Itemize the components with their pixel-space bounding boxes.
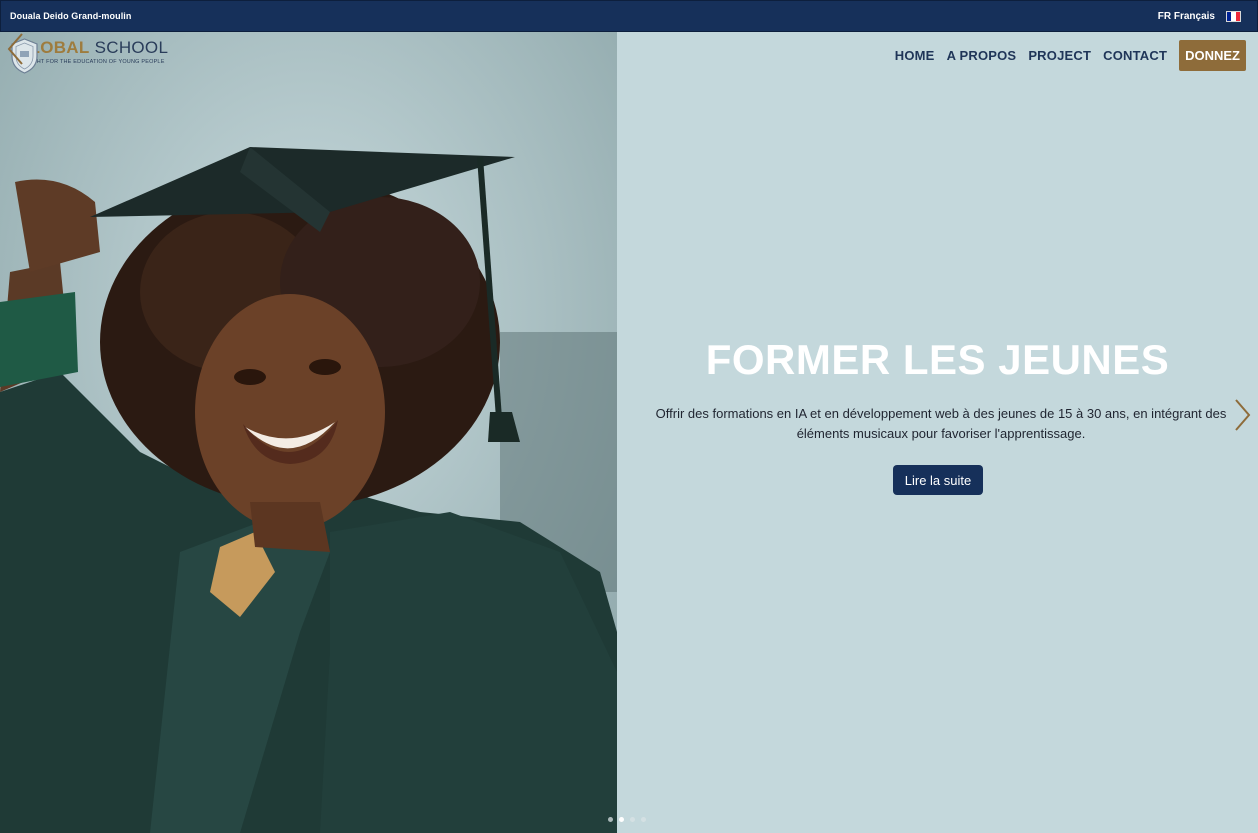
graduate-woman-photo: GLOBAL SCHOOL WE FIGHT FOR THE EDUCATION… <box>0 32 617 833</box>
slider-pagination <box>608 817 652 822</box>
slider-dot-1[interactable] <box>608 817 613 822</box>
language-selector[interactable]: FR Français <box>1158 11 1215 22</box>
brand-name-school: SCHOOL <box>94 38 169 57</box>
slide-description-line-2: éléments musicaux pour favoriser l'appre… <box>796 426 1086 441</box>
graduate-illustration <box>0 32 617 833</box>
slide-title: FORMER LES JEUNES <box>705 336 1170 383</box>
top-bar: Douala Deido Grand-moulin FR Français <box>0 0 1258 32</box>
slide-description: Offrir des formations en IA et en dévelo… <box>641 404 1241 444</box>
read-more-button[interactable]: Lire la suite <box>893 465 983 495</box>
chevron-right-icon[interactable] <box>1232 398 1252 432</box>
site-logo[interactable]: GLOBAL SCHOOL WE FIGHT FOR THE EDUCATION… <box>10 38 169 74</box>
slider-dot-4[interactable] <box>641 817 646 822</box>
location-text: Douala Deido Grand-moulin <box>10 11 132 21</box>
french-flag-icon[interactable] <box>1226 11 1241 22</box>
hero-slider: GLOBAL SCHOOL WE FIGHT FOR THE EDUCATION… <box>0 32 1258 833</box>
slide-content: FORMER LES JEUNES Offrir des formations … <box>617 32 1258 833</box>
slider-dot-2[interactable] <box>619 817 624 822</box>
chevron-left-icon[interactable] <box>6 32 26 66</box>
slide-description-line-1: Offrir des formations en IA et en dévelo… <box>655 406 1227 421</box>
slider-dot-3[interactable] <box>630 817 635 822</box>
